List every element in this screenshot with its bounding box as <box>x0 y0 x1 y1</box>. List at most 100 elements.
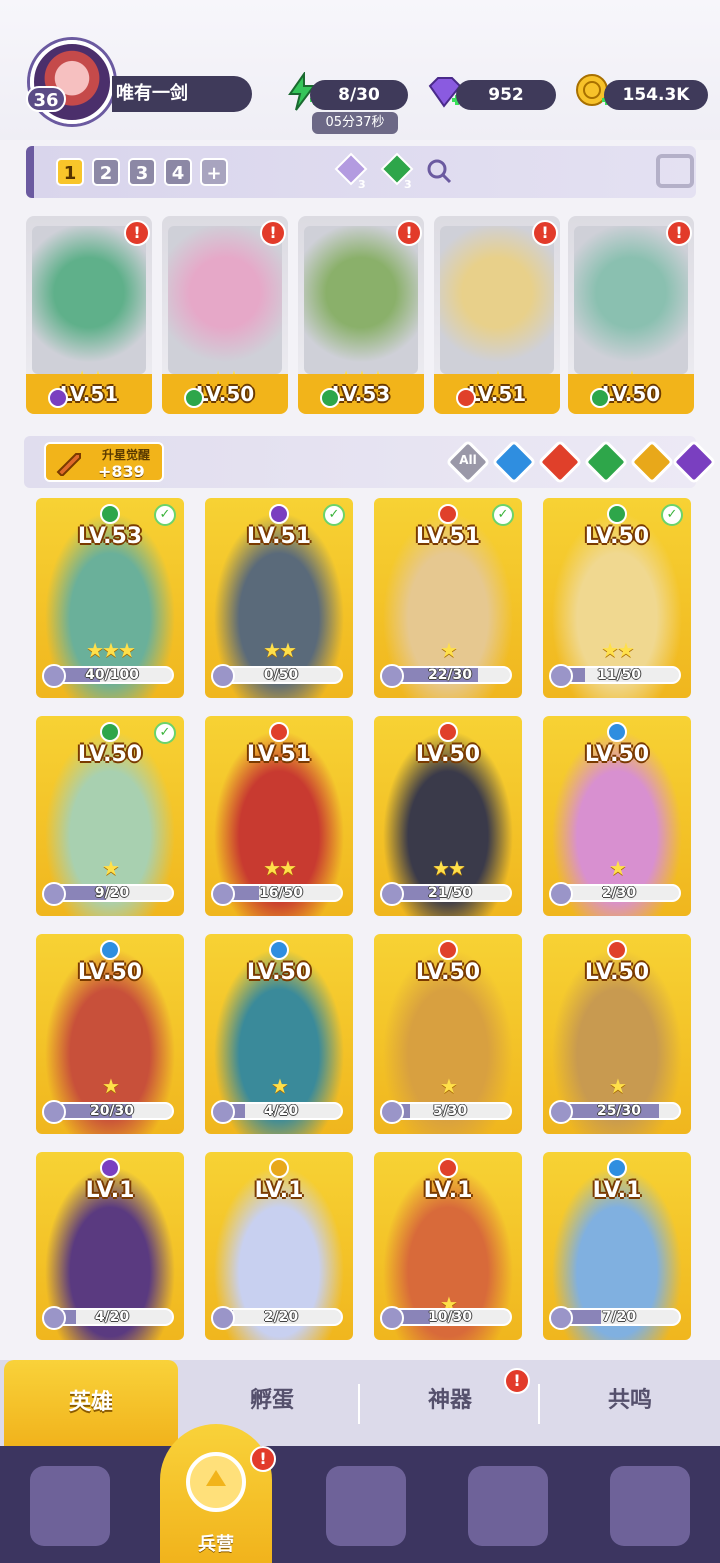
water-element-icon <box>607 722 627 742</box>
star-awaken-button[interactable]: 升星觉醒 +839 <box>44 442 164 482</box>
hero-level: LV.51 <box>246 742 312 767</box>
hero-shard-icon <box>380 1100 404 1124</box>
hero-card[interactable]: LV.50 ★ 20/30 <box>36 934 184 1134</box>
cards-nav-icon[interactable] <box>30 1466 110 1546</box>
tab-hatch[interactable]: 孵蛋 <box>182 1382 362 1414</box>
player-name[interactable]: 唯有一剑 <box>112 76 252 112</box>
hero-card[interactable]: LV.1 4/20 <box>36 1152 184 1340</box>
filter-bar: 升星觉醒 +839 All <box>24 436 717 488</box>
hero-card[interactable]: ✓ LV.51 ★ 22/30 <box>374 498 522 698</box>
hero-shard-icon <box>549 1306 573 1330</box>
nature-element-icon <box>184 388 204 408</box>
hero-card[interactable]: LV.51 ★★ 16/50 <box>205 716 353 916</box>
fire-element-icon <box>456 388 476 408</box>
hero-level: LV.50 <box>415 960 481 985</box>
shard-progress-text: 0/50 <box>263 667 299 683</box>
magnify-icon[interactable] <box>426 158 452 184</box>
filter-water-icon[interactable] <box>491 439 537 485</box>
shard-progress-text: 5/30 <box>432 1103 468 1119</box>
lineup-slot[interactable]: ★★ LV.51 ! <box>26 216 152 414</box>
hero-stars: ★ <box>609 1074 627 1098</box>
hero-card[interactable]: LV.50 ★★ 21/50 <box>374 716 522 916</box>
hero-level: LV.51 <box>246 524 312 549</box>
team-tab-3[interactable]: 3 <box>128 158 156 186</box>
lineup-slot[interactable]: ★★★ LV.53 ! <box>298 216 424 414</box>
hero-card[interactable]: ✓ LV.50 ★★ 11/50 <box>543 498 691 698</box>
hero-card[interactable]: ✓ LV.51 ★★ 0/50 <box>205 498 353 698</box>
water-element-icon <box>100 940 120 960</box>
shard-progress-text: 9/20 <box>94 885 130 901</box>
shard-progress-bar: 9/20 <box>50 884 174 902</box>
hero-card[interactable]: LV.1 7/20 <box>543 1152 691 1340</box>
shard-progress-text: 2/20 <box>263 1309 299 1325</box>
gold-value[interactable]: 154.3K <box>604 80 708 110</box>
hero-alert-badge: ! <box>260 220 286 246</box>
team-tab-4[interactable]: 4 <box>164 158 192 186</box>
hero-card[interactable]: ✓ LV.53 ★★★ 40/100 <box>36 498 184 698</box>
team-tab-1[interactable]: 1 <box>56 158 84 186</box>
lineup-slot[interactable]: ★ LV.50 ! <box>568 216 694 414</box>
shard-progress-bar: 21/50 <box>388 884 512 902</box>
shard-progress-text: 22/30 <box>427 667 473 683</box>
hero-card[interactable]: LV.50 ★ 4/20 <box>205 934 353 1134</box>
map-nav-icon[interactable] <box>326 1466 406 1546</box>
lineup-slot[interactable]: ★★ LV.50 ! <box>162 216 288 414</box>
fire-element-icon <box>438 940 458 960</box>
hero-shard-icon <box>380 664 404 688</box>
check-icon: ✓ <box>323 504 345 526</box>
hero-stars: ★ <box>440 638 458 662</box>
hero-card[interactable]: ✓ LV.50 ★ 9/20 <box>36 716 184 916</box>
hero-level: LV.50 <box>77 742 143 767</box>
hero-level: LV.53 <box>77 524 143 549</box>
shard-progress-text: 25/30 <box>596 1103 642 1119</box>
shard-progress-bar: 40/100 <box>50 666 174 684</box>
team-selector-bar: 1 2 3 4 + 3 3 <box>26 146 696 198</box>
shard-progress-bar: 2/20 <box>219 1308 343 1326</box>
hero-level: LV.51 <box>434 374 560 414</box>
hero-alert-badge: ! <box>666 220 692 246</box>
add-team-button[interactable]: + <box>200 158 228 186</box>
tab-heroes[interactable]: 英雄 <box>4 1360 178 1446</box>
sword-icon <box>56 453 81 476</box>
energy-value[interactable]: 8/30 <box>310 80 408 110</box>
tab-resonance[interactable]: 共鸣 <box>540 1382 720 1414</box>
team-tab-2[interactable]: 2 <box>92 158 120 186</box>
water-element-icon <box>607 1158 627 1178</box>
hero-level: LV.1 <box>254 1178 304 1203</box>
shard-progress-text: 10/30 <box>427 1309 473 1325</box>
fire-element-icon <box>438 1158 458 1178</box>
hero-card[interactable]: LV.50 ★ 5/30 <box>374 934 522 1134</box>
barracks-alert-badge: ! <box>250 1446 276 1472</box>
hero-card[interactable]: LV.1 ★ 10/30 <box>374 1152 522 1340</box>
hero-portrait <box>574 226 688 374</box>
filter-light-icon[interactable] <box>629 439 675 485</box>
share-icon[interactable] <box>656 154 694 188</box>
hero-alert-badge: ! <box>124 220 150 246</box>
hero-card[interactable]: LV.1 2/20 <box>205 1152 353 1340</box>
shard-progress-bar: 25/30 <box>557 1102 681 1120</box>
green-gem-count: 3 <box>404 178 412 190</box>
hero-shard-icon <box>549 1100 573 1124</box>
filter-fire-icon[interactable] <box>537 439 583 485</box>
filter-nature-icon[interactable] <box>583 439 629 485</box>
hero-stars: ★ <box>102 856 120 880</box>
hero-shard-icon <box>549 664 573 688</box>
nature-element-icon <box>590 388 610 408</box>
gem-value[interactable]: 952 <box>456 80 556 110</box>
shard-progress-text: 16/50 <box>258 885 304 901</box>
green-element-gem-icon: 3 <box>380 152 414 190</box>
dark-element-icon <box>100 1158 120 1178</box>
hero-card[interactable]: LV.50 ★ 2/30 <box>543 716 691 916</box>
hero-portrait <box>32 226 146 374</box>
hero-level: LV.50 <box>568 374 694 414</box>
sub-tab-bar: 英雄 孵蛋 神器 共鸣 ! <box>0 1360 720 1446</box>
hero-level: LV.1 <box>592 1178 642 1203</box>
hero-portrait <box>440 226 554 374</box>
castle-nav-icon[interactable] <box>468 1466 548 1546</box>
lineup-slot[interactable]: ★ LV.51 ! <box>434 216 560 414</box>
guild-nav-icon[interactable] <box>610 1466 690 1546</box>
filter-dark-icon[interactable] <box>671 439 717 485</box>
hero-alert-badge: ! <box>396 220 422 246</box>
hero-card[interactable]: LV.50 ★ 25/30 <box>543 934 691 1134</box>
shard-progress-bar: 0/50 <box>219 666 343 684</box>
